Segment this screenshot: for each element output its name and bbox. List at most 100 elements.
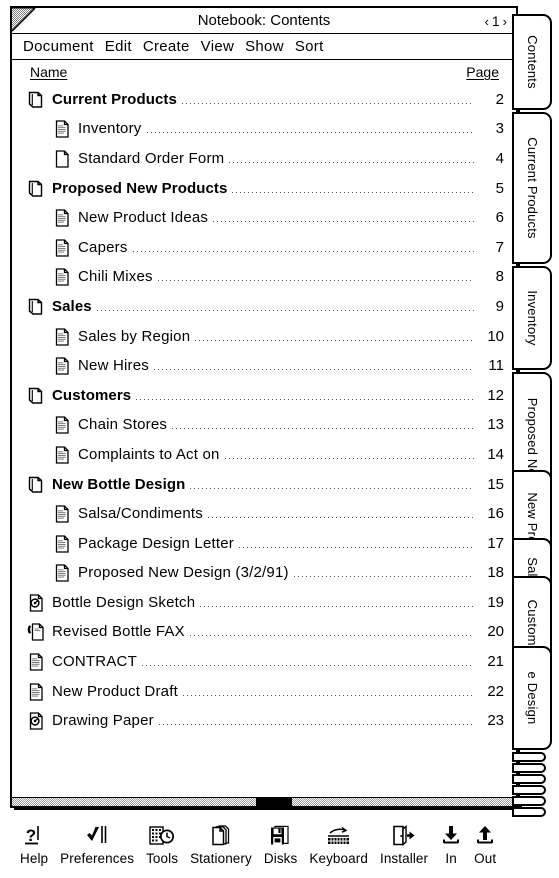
document-icon — [52, 562, 72, 584]
list-column-headers: Name Page — [12, 61, 516, 85]
toolbar-button-out[interactable]: Out — [468, 822, 502, 867]
toolbar-button-label: Stationery — [190, 851, 252, 866]
menu-item-view[interactable]: View — [196, 34, 240, 59]
notebook-tab-stub[interactable] — [512, 763, 546, 773]
current-page-number: 1 — [491, 13, 501, 29]
contents-row[interactable]: Complaints to Act on 14 — [12, 440, 516, 470]
row-page-number: 14 — [487, 445, 504, 463]
dot-leader — [132, 241, 474, 255]
title-bar: Notebook: Contents ‹ 1 › — [12, 8, 516, 34]
notebook-tab[interactable]: e Design — [512, 646, 552, 750]
contents-row[interactable]: Sales 9 — [12, 292, 516, 322]
notebook-window: Notebook: Contents ‹ 1 › Document Edit Creat… — [10, 6, 520, 810]
toolbar-button-in[interactable]: In — [434, 822, 468, 867]
toolbar-button-help[interactable]: ? Help — [14, 822, 54, 867]
contents-row[interactable]: New Hires 11 — [12, 351, 516, 381]
toolbar-button-label: Keyboard — [309, 851, 368, 866]
toolbar-button-stationery[interactable]: Stationery — [184, 822, 258, 867]
contents-row[interactable]: New Bottle Design 15 — [12, 470, 516, 500]
row-page-number: 3 — [495, 120, 504, 138]
notebook-tab-label: e Design — [525, 671, 540, 725]
row-label: New Bottle Design — [52, 475, 186, 493]
contents-row[interactable]: Customers 12 — [12, 381, 516, 411]
toolbar-button-installer[interactable]: Installer — [374, 822, 434, 867]
toolbar-button-preferences[interactable]: Preferences — [54, 822, 140, 867]
notebook-tab-stub[interactable] — [512, 774, 546, 784]
row-page-number: 13 — [487, 416, 504, 434]
dot-leader — [172, 418, 474, 432]
dot-leader — [224, 448, 474, 462]
menu-item-sort[interactable]: Sort — [290, 34, 330, 59]
notebook-tab-stub[interactable] — [512, 752, 546, 762]
contents-row[interactable]: New Product Draft 22 — [12, 677, 516, 707]
contents-row[interactable]: Proposed New Design (3/2/91) 18 — [12, 559, 516, 589]
document-icon — [52, 207, 72, 229]
folder-icon — [26, 474, 46, 496]
contents-row[interactable]: Chain Stores 13 — [12, 411, 516, 441]
toolbar-button-label: Out — [474, 851, 497, 866]
document-icon — [52, 118, 72, 140]
document-icon — [26, 681, 46, 703]
floppy-disk-icon — [268, 822, 294, 848]
column-header-name[interactable]: Name — [30, 64, 67, 80]
svg-text:?: ? — [26, 826, 36, 845]
notebook-tab[interactable]: Inventory — [512, 266, 552, 370]
contents-row[interactable]: Standard Order Form 4 — [12, 144, 516, 174]
dot-leader — [213, 211, 474, 225]
dot-leader — [96, 300, 474, 314]
menu-item-show[interactable]: Show — [240, 34, 290, 59]
toolbar-button-disks[interactable]: Disks — [258, 822, 304, 867]
contents-row[interactable]: Chili Mixes 8 — [12, 263, 516, 293]
dot-leader — [200, 596, 474, 610]
contents-row[interactable]: Current Products 2 — [12, 85, 516, 115]
sketch-icon — [26, 710, 46, 732]
row-page-number: 6 — [495, 209, 504, 227]
folder-icon — [26, 296, 46, 318]
contents-row[interactable]: Package Design Letter 17 — [12, 529, 516, 559]
dot-leader — [136, 389, 474, 403]
contents-row[interactable]: Bottle Design Sketch 19 — [12, 588, 516, 618]
keyboard-icon — [324, 822, 354, 848]
checkmark-icon — [84, 822, 110, 848]
notebook-tab-stub[interactable] — [512, 785, 546, 795]
row-label: Bottle Design Sketch — [52, 593, 196, 611]
menu-item-create[interactable]: Create — [138, 34, 196, 59]
menu-item-document[interactable]: Document — [18, 34, 100, 59]
column-header-page[interactable]: Page — [466, 64, 499, 80]
contents-row[interactable]: Salsa/Condiments 16 — [12, 499, 516, 529]
row-page-number: 21 — [487, 653, 504, 671]
arrow-up-tray-icon — [474, 822, 496, 848]
next-page-button[interactable]: › — [503, 14, 508, 29]
contents-row[interactable]: New Product Ideas 6 — [12, 203, 516, 233]
scrollbar-thumb[interactable] — [256, 798, 293, 806]
folder-icon — [26, 385, 46, 407]
menu-item-edit[interactable]: Edit — [100, 34, 138, 59]
contents-row[interactable]: Capers 7 — [12, 233, 516, 263]
contents-row[interactable]: Inventory 3 — [12, 115, 516, 145]
dot-leader — [182, 685, 474, 699]
notebook-tab-strip: ContentsCurrent ProductsInventoryPropose… — [512, 14, 556, 817]
contents-row[interactable]: Revised Bottle FAX 20 — [12, 618, 516, 648]
dot-leader — [207, 507, 474, 521]
horizontal-scrollbar[interactable] — [12, 797, 516, 806]
dot-leader — [157, 270, 474, 284]
contents-row[interactable]: Proposed New Products 5 — [12, 174, 516, 204]
toolbar-button-tools[interactable]: Tools — [140, 822, 184, 867]
dot-leader — [195, 330, 474, 344]
contents-row-list: Current Products 2 Inventory 3 Standard Orde… — [12, 85, 516, 736]
row-label: Salsa/Condiments — [78, 505, 203, 523]
notebook-tab-stub[interactable] — [512, 796, 546, 806]
document-icon — [52, 326, 72, 348]
contents-row[interactable]: CONTRACT 21 — [12, 647, 516, 677]
folder-icon — [26, 178, 46, 200]
contents-row[interactable]: Sales by Region 10 — [12, 322, 516, 352]
notebook-tab[interactable]: Current Products — [512, 112, 552, 264]
row-page-number: 2 — [495, 90, 504, 108]
row-label: New Product Draft — [52, 682, 178, 700]
toolbar-button-keyboard[interactable]: Keyboard — [303, 822, 374, 867]
notebook-tab[interactable]: Contents — [512, 14, 552, 110]
contents-row[interactable]: Drawing Paper 23 — [12, 706, 516, 736]
notebook-tab-stub[interactable] — [512, 807, 546, 817]
page-navigator[interactable]: ‹ 1 › — [485, 12, 508, 31]
dot-leader — [141, 655, 474, 669]
